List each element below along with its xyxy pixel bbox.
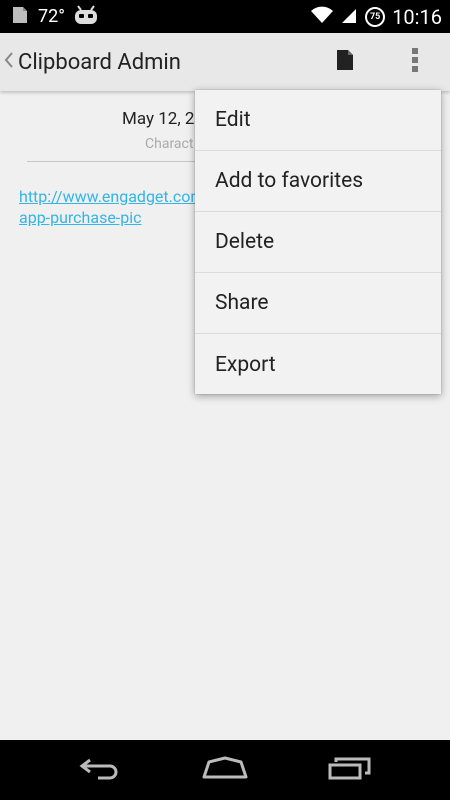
home-icon xyxy=(201,756,249,784)
up-navigation[interactable]: Clipboard Admin xyxy=(0,33,181,91)
menu-item-edit[interactable]: Edit xyxy=(195,90,441,151)
screen: 72° 75 10:16 Clipboard Admin May 12, 2 C… xyxy=(0,0,450,800)
menu-item-export[interactable]: Export xyxy=(195,334,441,395)
cell-signal-icon xyxy=(340,5,358,29)
overflow-menu-button[interactable] xyxy=(391,33,439,91)
clip-date: May 12, 2 xyxy=(122,109,195,129)
back-button[interactable] xyxy=(60,740,140,800)
chevron-left-icon xyxy=(4,51,14,74)
copy-button[interactable] xyxy=(321,33,369,91)
copy-icon xyxy=(336,49,354,75)
status-bar-right: 75 10:16 xyxy=(310,0,442,33)
notes-icon xyxy=(10,5,30,29)
wifi-icon xyxy=(310,5,334,29)
app-title: Clipboard Admin xyxy=(18,49,181,75)
clock-text: 10:16 xyxy=(392,4,442,29)
menu-item-add-to-favorites[interactable]: Add to favorites xyxy=(195,151,441,212)
character-count-label: Charact xyxy=(145,136,194,152)
recent-apps-button[interactable] xyxy=(310,740,390,800)
back-icon xyxy=(78,756,122,784)
menu-item-delete[interactable]: Delete xyxy=(195,212,441,273)
android-robot-icon xyxy=(73,4,99,30)
recent-apps-icon xyxy=(327,756,373,784)
menu-item-share[interactable]: Share xyxy=(195,273,441,334)
battery-level-text: 75 xyxy=(370,11,381,22)
navigation-bar xyxy=(0,740,450,800)
temperature-text: 72° xyxy=(38,6,65,27)
overflow-menu: Edit Add to favorites Delete Share Expor… xyxy=(195,90,441,394)
home-button[interactable] xyxy=(185,740,265,800)
action-bar: Clipboard Admin xyxy=(0,33,450,91)
battery-icon: 75 xyxy=(364,6,386,28)
overflow-menu-icon xyxy=(411,47,419,77)
status-bar-left: 72° xyxy=(10,0,99,33)
status-bar: 72° 75 10:16 xyxy=(0,0,450,33)
